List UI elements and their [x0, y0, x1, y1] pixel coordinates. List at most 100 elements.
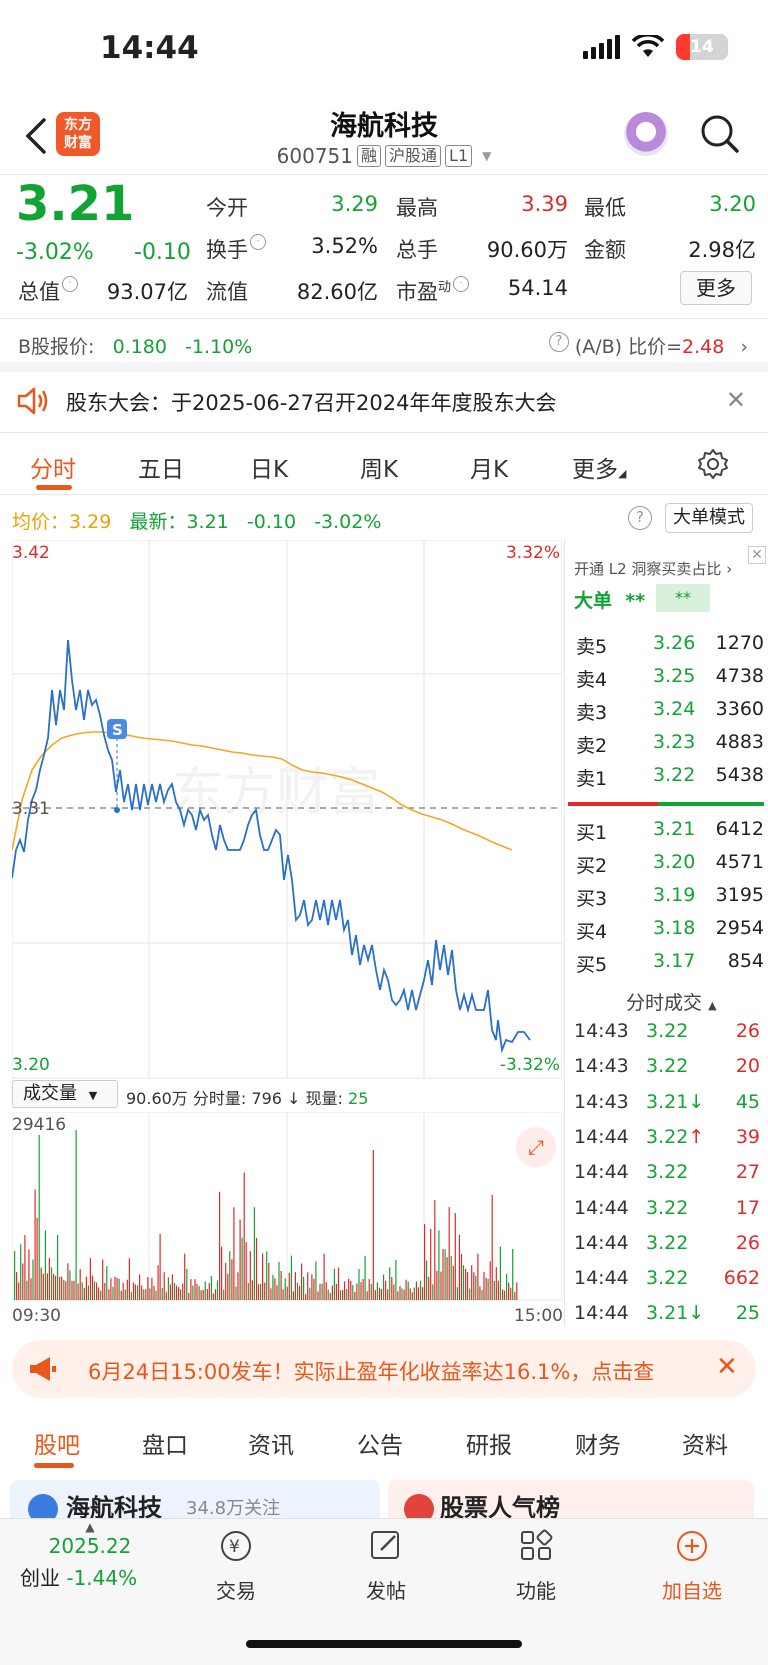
tab-intraday[interactable]: 分时	[30, 450, 76, 484]
volume-bar	[337, 1267, 340, 1300]
close-icon[interactable]: ✕	[748, 546, 766, 564]
volume-bar	[364, 1255, 366, 1300]
volume-bar	[198, 1286, 200, 1300]
order-volume: 2954	[715, 917, 764, 939]
volume-bar	[321, 1283, 323, 1300]
trade-yen-icon: ¥	[221, 1531, 251, 1561]
ab-ratio[interactable]: ? (A/B) 比价=2.48 ›	[547, 332, 748, 359]
volume-bar	[151, 1277, 153, 1300]
nav-post[interactable]: 发帖	[346, 1528, 426, 1604]
volume-bar	[413, 1287, 415, 1300]
close-icon[interactable]: ✕	[716, 1352, 738, 1382]
volume-bar	[46, 1273, 48, 1300]
nav-trade[interactable]: ¥ 交易	[196, 1528, 276, 1604]
bshare-price: 0.180	[112, 336, 167, 358]
order-volume: 3195	[715, 884, 764, 906]
tab-guba[interactable]: 股吧	[34, 1426, 80, 1460]
price-info-line: 均价：3.29 最新：3.21 -0.10 -3.02%	[12, 511, 382, 533]
intraday-price-chart[interactable]: 东方财富 S 3.42 3.32% 3.31 3.20 -3.32%	[12, 540, 562, 1080]
volume-bar	[48, 1258, 50, 1300]
order-volume: 4571	[715, 851, 764, 873]
order-level-label: 买2	[576, 855, 608, 877]
volume-bar	[266, 1251, 268, 1300]
volume-bar	[128, 1258, 130, 1300]
volume-bar	[344, 1281, 346, 1300]
volume-bar	[393, 1284, 395, 1300]
tab-profile[interactable]: 资料	[682, 1426, 728, 1460]
volume-bar	[278, 1261, 280, 1301]
volume-bar	[475, 1275, 477, 1300]
volume-bar	[348, 1278, 350, 1301]
volume-bar	[426, 1260, 428, 1300]
robot-icon[interactable]	[624, 112, 668, 156]
tab-pankou[interactable]: 盘口	[142, 1426, 188, 1460]
turnover-label[interactable]: 换手 ·	[206, 234, 266, 264]
info-icon: ·	[453, 276, 470, 292]
axis-top-right: 3.32%	[506, 543, 560, 563]
volume-bar	[141, 1285, 143, 1300]
tab-weekly-k[interactable]: 周K	[360, 450, 398, 484]
l2-tip[interactable]: 开通 L2 洞察买卖占比 ›	[574, 558, 732, 579]
tab-five-day[interactable]: 五日	[138, 450, 184, 484]
pe-label[interactable]: 市盈动 ·	[396, 276, 470, 306]
volume-bar	[346, 1289, 348, 1300]
volume-bar	[81, 1282, 83, 1300]
volume-bar	[501, 1289, 504, 1300]
search-icon[interactable]	[700, 114, 740, 154]
big-order-mode-button[interactable]: 大单模式	[665, 503, 753, 533]
volume-bar	[407, 1281, 409, 1300]
volume-bar	[71, 1280, 73, 1300]
volume-max-label: 29416	[12, 1115, 66, 1135]
turnover-value: 3.52%	[311, 234, 378, 258]
volume-selector[interactable]: 成交量 ▼	[12, 1080, 118, 1108]
volume-bar	[184, 1253, 186, 1300]
volume-bar	[301, 1263, 303, 1300]
notice-text[interactable]: 股东大会：于2025-06-27召开2024年年度股东大会	[66, 387, 556, 417]
popularity-card[interactable]: 股票人气榜	[388, 1480, 754, 1520]
tab-monthly-k[interactable]: 月K	[470, 450, 508, 484]
guba-card[interactable]: 海航科技 34.8万关注	[10, 1480, 380, 1520]
volume-bar	[227, 1273, 229, 1300]
volume-bar	[280, 1271, 282, 1300]
tab-announcements[interactable]: 公告	[357, 1426, 403, 1460]
volume-chart[interactable]: 29416	[12, 1112, 562, 1302]
volume-bar	[22, 1263, 24, 1300]
tab-news[interactable]: 资讯	[248, 1426, 294, 1460]
volume-bar	[229, 1251, 231, 1300]
volume-bar	[40, 1267, 42, 1300]
volume-bar	[249, 1251, 251, 1300]
volume-bar	[485, 1278, 487, 1300]
order-price: 3.25	[653, 665, 696, 687]
help-icon[interactable]: ?	[628, 506, 652, 530]
stock-code: 600751	[276, 144, 353, 168]
volume-bar	[385, 1280, 387, 1300]
volume-bar	[194, 1279, 196, 1300]
tab-research[interactable]: 研报	[466, 1426, 512, 1460]
volume-bar	[145, 1289, 147, 1300]
more-button[interactable]: 更多	[680, 271, 752, 305]
nav-add-watchlist[interactable]: 加自选	[652, 1528, 732, 1604]
volume-bar	[378, 1287, 381, 1300]
volume-bar	[134, 1284, 137, 1300]
tab-daily-k[interactable]: 日K	[250, 450, 288, 484]
promo-text[interactable]: 6月24日15:00发车！实际止盈年化收益率达16.1%，点击查	[88, 1356, 698, 1386]
volume-bar	[38, 1135, 40, 1300]
volume-bar	[245, 1242, 247, 1300]
settings-gear-icon[interactable]	[697, 448, 729, 480]
nav-functions[interactable]: 功能	[496, 1528, 576, 1604]
volume-bar	[516, 1282, 518, 1300]
close-icon[interactable]: ✕	[726, 386, 746, 414]
volume-bar	[458, 1234, 460, 1300]
tab-finance[interactable]: 财务	[575, 1426, 621, 1460]
tab-more[interactable]: 更多◢	[572, 450, 626, 484]
trades-title[interactable]: 分时成交 ▲	[626, 988, 717, 1015]
bshare-row[interactable]: B股报价: 0.180 -1.10%	[18, 332, 252, 359]
volume-bar	[395, 1260, 397, 1300]
expand-icon[interactable]: ⤢	[516, 1127, 556, 1167]
volume-bar	[36, 1217, 38, 1300]
margin-tag: 融	[357, 145, 382, 167]
mktcap-label[interactable]: 总值 ·	[18, 276, 78, 306]
volume-bar	[212, 1293, 214, 1300]
volume-bar	[405, 1279, 407, 1300]
index-ticker[interactable]: ▲ 2025.22 创业 -1.44%	[20, 1520, 160, 1591]
